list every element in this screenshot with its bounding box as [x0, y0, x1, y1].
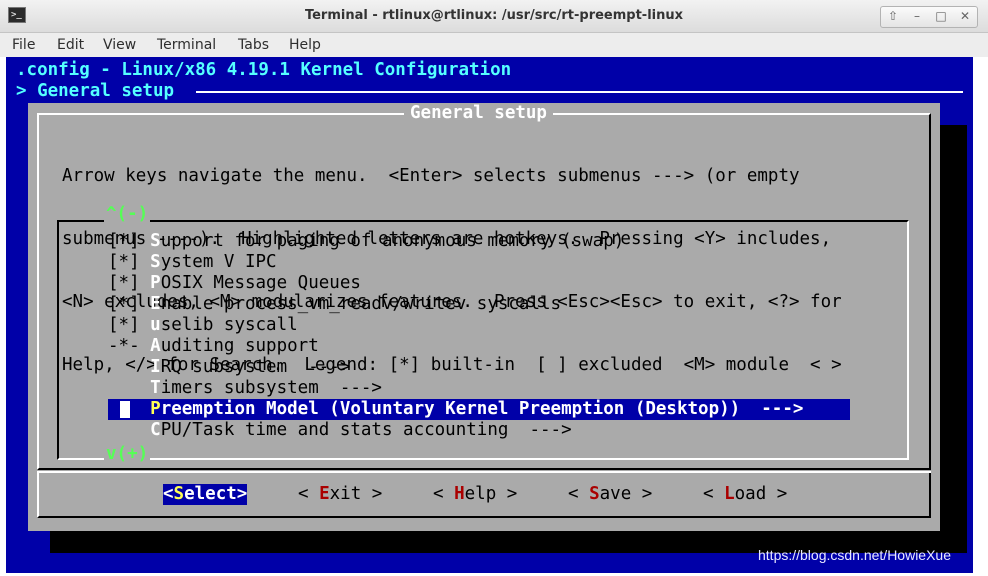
item-hotkey: S [150, 252, 161, 272]
button-label: oad > [734, 484, 788, 504]
item-label: ystem V IPC [160, 252, 277, 272]
button-bracket: < [703, 484, 725, 504]
text-cursor [120, 401, 130, 418]
save-button[interactable]: < Save > [568, 484, 652, 505]
item-label: selib syscall [160, 315, 298, 335]
menu-item-swap[interactable]: [*] Support for paging of anonymous memo… [108, 231, 624, 252]
menu-item-sysv-ipc[interactable]: [*] System V IPC [108, 252, 277, 273]
window-title: Terminal - rtlinux@rtlinux: /usr/src/rt-… [304, 8, 684, 23]
load-button[interactable]: < Load > [703, 484, 787, 505]
menu-item-auditing[interactable]: -*- Auditing support [108, 336, 319, 357]
window-controls: ⇧ – □ ✕ [880, 6, 978, 28]
config-header: .config - Linux/x86 4.19.1 Kernel Config… [16, 60, 512, 80]
item-state: [*] [108, 231, 151, 251]
scroll-down-indicator[interactable]: v(+) [104, 444, 151, 465]
button-label: ave > [599, 484, 653, 504]
item-hotkey: u [150, 315, 161, 335]
menubar: File Edit View Terminal Tabs Help [0, 33, 988, 57]
menu-view[interactable]: View [103, 37, 136, 53]
button-hotkey: E [319, 484, 330, 504]
menu-item-cpu-task[interactable]: CPU/Task time and stats accounting ---> [108, 420, 572, 441]
item-label: imers subsystem ---> [160, 378, 382, 398]
header-divider [196, 91, 963, 93]
item-state: [*] [108, 273, 151, 293]
button-label: elect> [184, 484, 248, 504]
button-hotkey: L [724, 484, 735, 504]
menu-item-posix-mqueue[interactable]: [*] POSIX Message Queues [108, 273, 361, 294]
item-state: -*- [108, 336, 151, 356]
item-label: upport for paging of anonymous memory (s… [160, 231, 625, 251]
menu-help[interactable]: Help [289, 37, 321, 53]
shade-window-icon[interactable]: ⇧ [881, 7, 905, 27]
button-hotkey: S [589, 484, 600, 504]
item-hotkey: T [150, 378, 161, 398]
window-titlebar[interactable]: >_ Terminal - rtlinux@rtlinux: /usr/src/… [0, 0, 988, 33]
menu-edit[interactable]: Edit [57, 37, 84, 53]
terminal-screen[interactable]: .config - Linux/x86 4.19.1 Kernel Config… [6, 57, 973, 573]
menu-item-timers[interactable]: Timers subsystem ---> [108, 378, 382, 399]
item-hotkey: C [150, 420, 161, 440]
item-hotkey: P [150, 273, 161, 293]
item-state: [*] [108, 294, 151, 314]
item-state: [*] [108, 252, 151, 272]
button-bracket: < [298, 484, 320, 504]
maximize-window-icon[interactable]: □ [929, 7, 953, 27]
item-hotkey: I [150, 357, 161, 377]
menuconfig-dialog: General setup Arrow keys navigate the me… [28, 103, 940, 531]
menu-item-irq[interactable]: IRQ subsystem ---> [108, 357, 350, 378]
item-state [108, 357, 150, 377]
item-label: reemption Model (Voluntary Kernel Preemp… [160, 399, 804, 419]
menu-item-uselib[interactable]: [*] uselib syscall [108, 315, 298, 336]
button-bracket: < [163, 484, 174, 504]
item-hotkey: A [150, 336, 161, 356]
item-state: [*] [108, 315, 151, 335]
item-label: nable process_vm_readv/writev syscalls [160, 294, 562, 314]
help-button[interactable]: < Help > [433, 484, 517, 505]
minimize-window-icon[interactable]: – [905, 7, 929, 27]
button-label: xit > [329, 484, 383, 504]
menu-file[interactable]: File [12, 37, 35, 53]
button-bar: <Select> < Exit > < Help > < Save > < Lo… [37, 473, 931, 518]
button-hotkey: S [173, 484, 185, 504]
button-bracket: < [433, 484, 455, 504]
item-label: uditing support [160, 336, 319, 356]
dialog-title: General setup [404, 103, 553, 124]
exit-button[interactable]: < Exit > [298, 484, 382, 505]
item-label: RQ subsystem ---> [160, 357, 351, 377]
item-hotkey: S [150, 231, 161, 251]
button-bracket: < [568, 484, 590, 504]
select-button[interactable]: <Select> [163, 484, 248, 505]
breadcrumb: > General setup [16, 81, 175, 101]
item-label: PU/Task time and stats accounting ---> [160, 420, 572, 440]
menu-item-preemption-model[interactable]: Preemption Model (Voluntary Kernel Preem… [108, 399, 850, 420]
item-hotkey: E [150, 294, 161, 314]
button-label: elp > [464, 484, 518, 504]
item-label: OSIX Message Queues [160, 273, 361, 293]
help-line: Arrow keys navigate the menu. <Enter> se… [62, 166, 800, 186]
item-state [108, 420, 150, 440]
close-window-icon[interactable]: ✕ [953, 7, 977, 27]
scroll-up-indicator[interactable]: ^(-) [104, 204, 151, 225]
menu-terminal[interactable]: Terminal [157, 37, 216, 53]
watermark: https://blog.csdn.net/HowieXue [758, 547, 952, 563]
item-state [108, 378, 150, 398]
menu-item-process-vm[interactable]: [*] Enable process_vm_readv/writev sysca… [108, 294, 561, 315]
item-hotkey: P [150, 399, 161, 419]
menu-tabs[interactable]: Tabs [238, 37, 269, 53]
button-hotkey: H [454, 484, 465, 504]
